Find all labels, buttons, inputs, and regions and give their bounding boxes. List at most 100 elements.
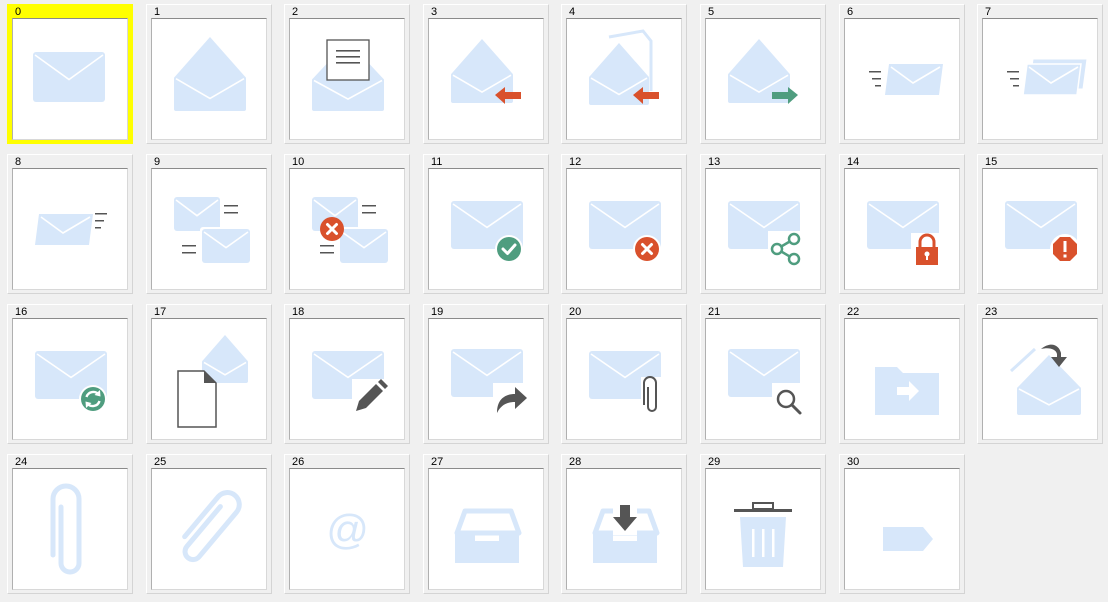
mail-lock-icon	[867, 201, 943, 269]
icon-preview	[12, 468, 128, 590]
icon-index-label: 10	[292, 156, 305, 168]
mail-send-fast-icon	[869, 64, 943, 95]
icon-index-label: 11	[431, 156, 443, 168]
icon-cell[interactable]: 11	[423, 154, 549, 294]
icon-cell[interactable]: 14	[839, 154, 965, 294]
icon-cell[interactable]: 4	[561, 4, 687, 144]
mail-multiple-error-icon	[312, 197, 388, 263]
icon-cell[interactable]: 13	[700, 154, 826, 294]
document-mail-icon	[177, 335, 248, 428]
icon-cell[interactable]: 19	[423, 304, 549, 444]
icon-cell[interactable]: 27	[423, 454, 549, 594]
icon-index-label: 13	[708, 156, 721, 168]
icon-cell[interactable]: 2	[284, 4, 410, 144]
icon-grid: 0 1 2 3 4 5 6 7 8 9 10 11 12 13 14 15 16 17 18 19 20 21 22 23 24…	[0, 0, 1108, 602]
icon-preview	[566, 168, 682, 290]
icon-preview	[982, 168, 1098, 290]
mail-attachment-icon	[589, 351, 663, 419]
icon-preview	[289, 18, 405, 140]
inbox-download-icon	[592, 505, 660, 563]
icon-cell[interactable]: 1	[146, 4, 272, 144]
icon-index-label: 20	[569, 306, 582, 318]
icon-cell[interactable]: 26 @	[284, 454, 410, 594]
icon-preview	[12, 318, 128, 440]
icon-cell[interactable]: 28	[561, 454, 687, 594]
icon-preview	[151, 18, 267, 140]
icon-index-label: 18	[292, 306, 305, 318]
icon-cell[interactable]: 18	[284, 304, 410, 444]
icon-index-label: 6	[847, 6, 854, 18]
icon-cell[interactable]: 7	[977, 4, 1103, 144]
icon-cell[interactable]: 12	[561, 154, 687, 294]
mail-send-multiple-icon	[1007, 58, 1088, 96]
mail-reply-all-icon	[589, 29, 659, 105]
paperclip-icon	[50, 483, 82, 575]
icon-preview	[151, 168, 267, 290]
icon-preview	[705, 468, 821, 590]
icon-cell[interactable]: 8	[7, 154, 133, 294]
icon-cell[interactable]: 25	[146, 454, 272, 594]
icon-index-label: 9	[154, 156, 161, 168]
mail-warning-icon	[1005, 201, 1080, 264]
mail-reply-icon	[451, 39, 521, 104]
icon-cell[interactable]: 17	[146, 304, 272, 444]
icon-index-label: 15	[985, 156, 998, 168]
mail-edit-icon	[312, 351, 392, 417]
icon-cell[interactable]: 21	[700, 304, 826, 444]
trash-can-icon	[734, 502, 792, 567]
icon-index-label: 21	[708, 306, 721, 318]
icon-index-label: 12	[569, 156, 582, 168]
icon-cell[interactable]: 10	[284, 154, 410, 294]
icon-index-label: 22	[847, 306, 860, 318]
mail-check-icon	[451, 201, 523, 263]
open-envelope-with-letter-icon	[312, 39, 384, 111]
icon-preview	[844, 168, 960, 290]
icon-cell[interactable]: 0	[7, 4, 133, 144]
tag-icon	[883, 527, 933, 551]
icon-preview	[428, 18, 544, 140]
icon-cell[interactable]: 30	[839, 454, 965, 594]
icon-cell[interactable]: 6	[839, 4, 965, 144]
at-sign-icon: @	[326, 506, 369, 553]
icon-index-label: 14	[847, 156, 860, 168]
icon-preview: @	[289, 468, 405, 590]
icon-cell[interactable]: 3	[423, 4, 549, 144]
icon-cell[interactable]: 15	[977, 154, 1103, 294]
folder-move-icon	[875, 367, 939, 415]
icon-preview	[428, 318, 544, 440]
icon-preview	[428, 168, 544, 290]
icon-preview	[982, 318, 1098, 440]
icon-preview	[12, 168, 128, 290]
icon-index-label: 24	[15, 456, 28, 468]
mail-receive-fast-icon	[35, 213, 107, 245]
icon-cell[interactable]: 24	[7, 454, 133, 594]
icon-cell[interactable]: 29	[700, 454, 826, 594]
icon-preview	[705, 318, 821, 440]
mail-share-icon	[728, 201, 808, 267]
icon-index-label: 29	[708, 456, 721, 468]
icon-cell[interactable]: 5	[700, 4, 826, 144]
icon-index-label: 7	[985, 6, 992, 18]
icon-preview	[566, 468, 682, 590]
icon-index-label: 16	[15, 306, 28, 318]
icon-index-label: 25	[154, 456, 167, 468]
mail-download-icon	[1009, 344, 1081, 415]
icon-cell[interactable]: 16	[7, 304, 133, 444]
icon-cell[interactable]: 23	[977, 304, 1103, 444]
icon-preview	[705, 168, 821, 290]
icon-preview	[566, 18, 682, 140]
mail-error-icon	[589, 201, 661, 263]
mail-forward-icon	[728, 39, 798, 104]
icon-index-label: 30	[847, 456, 860, 468]
icon-index-label: 8	[15, 156, 22, 168]
icon-cell[interactable]: 20	[561, 304, 687, 444]
paperclip-diagonal-icon	[182, 490, 242, 563]
icon-cell[interactable]: 22	[839, 304, 965, 444]
icon-cell[interactable]: 9	[146, 154, 272, 294]
mail-multiple-icon	[174, 197, 250, 263]
icon-index-label: 19	[431, 306, 444, 318]
icon-preview	[844, 18, 960, 140]
icon-index-label: 23	[985, 306, 998, 318]
icon-index-label: 28	[569, 456, 582, 468]
icon-preview	[151, 468, 267, 590]
